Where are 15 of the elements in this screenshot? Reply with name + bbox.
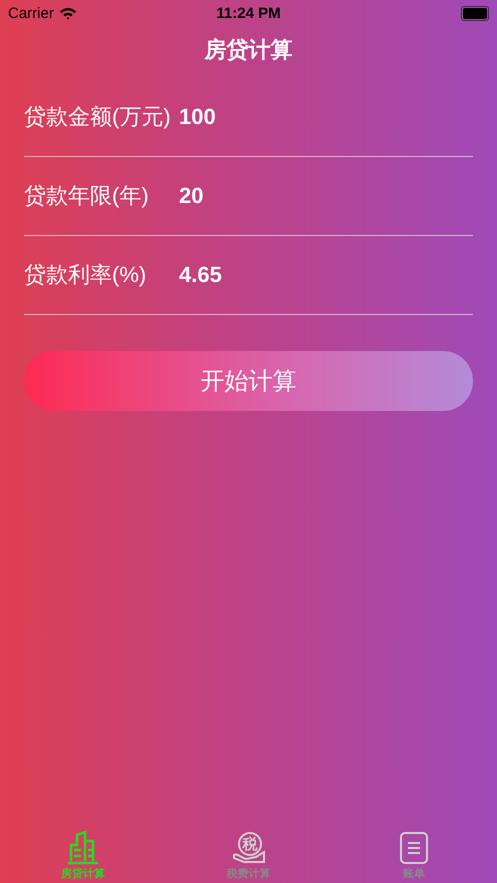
building-icon bbox=[66, 831, 100, 865]
field-label: 贷款金额(万元) bbox=[24, 103, 172, 131]
input-field[interactable]: 100 bbox=[179, 104, 473, 130]
status-time: 11:24 PM bbox=[216, 4, 281, 22]
field-label: 贷款年限(年) bbox=[24, 182, 150, 210]
calculate-button[interactable]: 开始计算 bbox=[24, 351, 473, 411]
carrier-name: Carrier bbox=[8, 4, 54, 22]
input-field[interactable]: 4.65 bbox=[179, 262, 473, 288]
tab-bar-item[interactable]: 税 税费计算 bbox=[166, 823, 332, 883]
field-label: 贷款利率(%) bbox=[24, 261, 148, 289]
battery-icon bbox=[461, 6, 489, 20]
page-title: 房贷计算 bbox=[204, 36, 292, 64]
wifi-icon bbox=[58, 6, 77, 20]
input-field[interactable]: 20 bbox=[179, 183, 473, 209]
tab-bar-item[interactable]: 房贷计算 bbox=[0, 823, 166, 883]
